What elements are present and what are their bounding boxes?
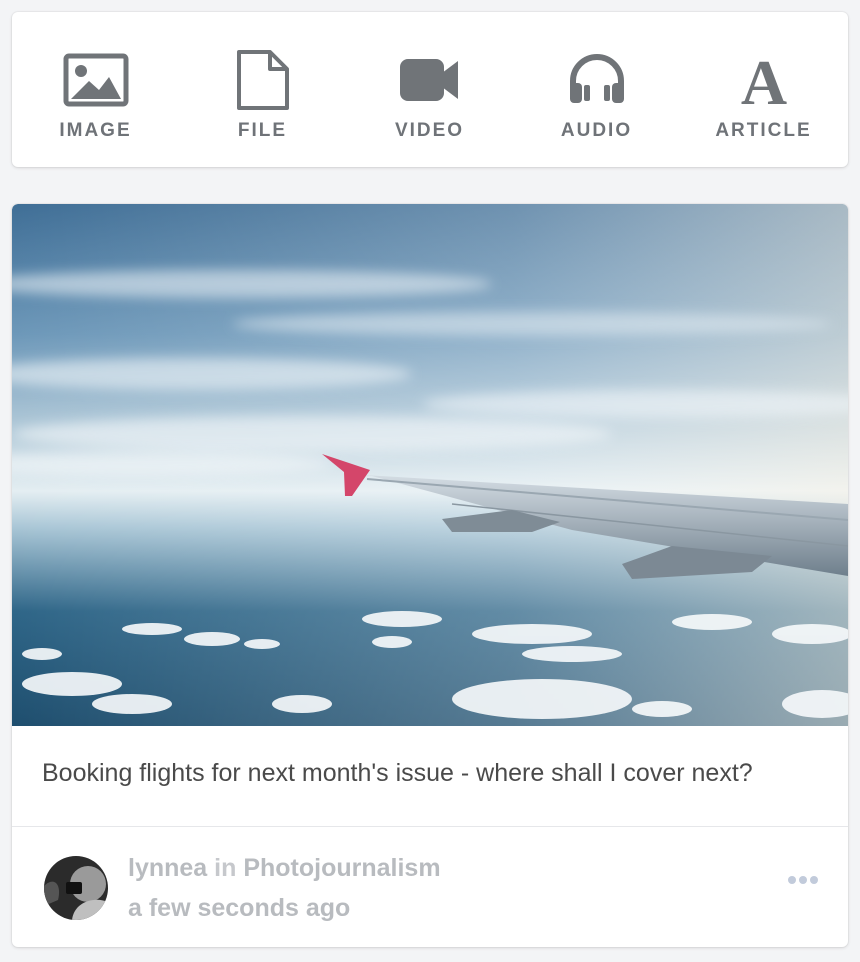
image-icon xyxy=(51,44,141,116)
video-button-label: VIDEO xyxy=(394,120,465,141)
in-label: in xyxy=(214,854,237,882)
image-button-label: IMAGE xyxy=(59,120,132,141)
more-dot xyxy=(810,876,818,884)
image-button[interactable]: IMAGE xyxy=(12,12,179,167)
author-name[interactable]: lynnea xyxy=(128,854,207,882)
post-divider xyxy=(12,826,848,827)
more-dot xyxy=(799,876,807,884)
article-letter-a-icon: A xyxy=(719,44,809,116)
post-photo-airplane-wing[interactable] xyxy=(12,204,848,726)
more-dot xyxy=(788,876,796,884)
file-button-label: FILE xyxy=(237,120,288,141)
video-camera-icon xyxy=(385,44,475,116)
article-button[interactable]: A ARTICLE xyxy=(680,12,847,167)
post-timestamp[interactable]: a few seconds ago xyxy=(128,894,350,923)
author-avatar[interactable] xyxy=(44,856,108,920)
more-dots-icon[interactable] xyxy=(788,876,818,884)
file-button[interactable]: FILE xyxy=(179,12,346,167)
article-button-label: ARTICLE xyxy=(715,120,812,141)
group-name[interactable]: Photojournalism xyxy=(243,854,440,882)
video-button[interactable]: VIDEO xyxy=(346,12,513,167)
post-author-line: lynnea in Photojournalism xyxy=(128,854,441,883)
post-caption: Booking flights for next month's issue -… xyxy=(42,759,753,787)
post-composer-toolbar: IMAGE FILE VIDEO AUDIO A ARTICLE xyxy=(12,12,848,167)
audio-button-label: AUDIO xyxy=(560,120,633,141)
audio-button[interactable]: AUDIO xyxy=(513,12,680,167)
svg-text:A: A xyxy=(740,50,786,110)
feed-post-card: Booking flights for next month's issue -… xyxy=(12,204,848,947)
headphones-icon xyxy=(552,44,642,116)
file-icon xyxy=(218,44,308,116)
